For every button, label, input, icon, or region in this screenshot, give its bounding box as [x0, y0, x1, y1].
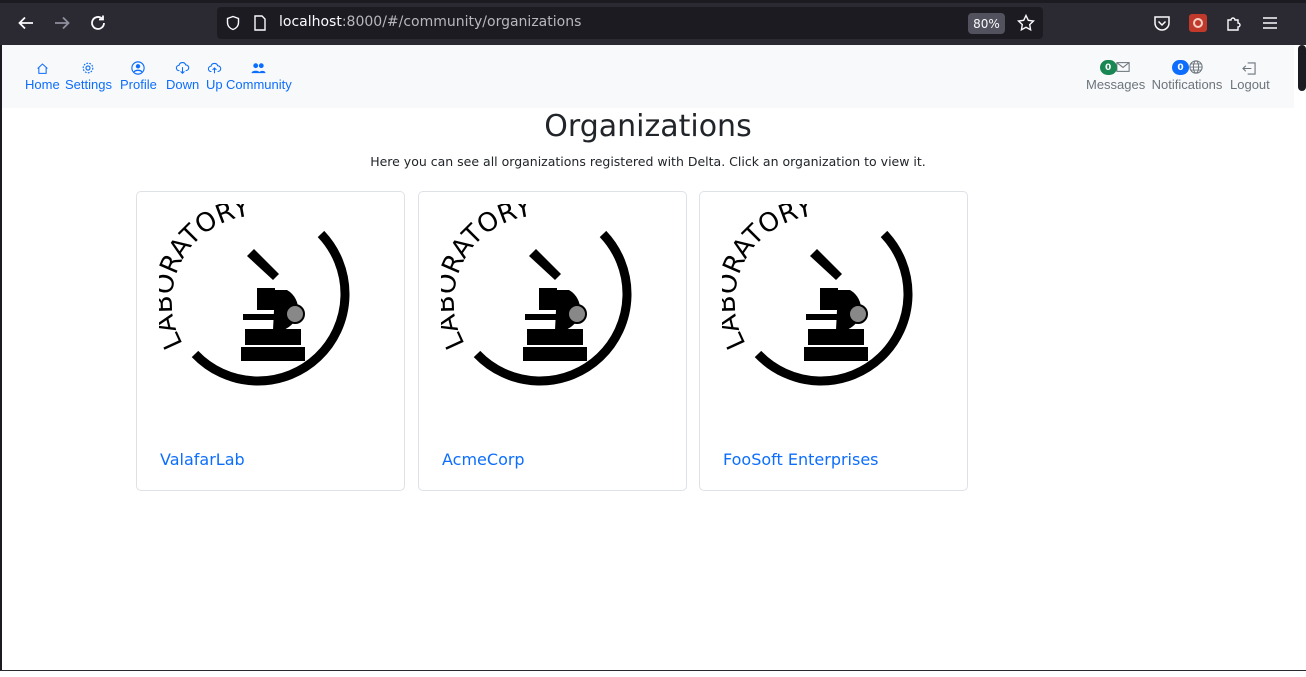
- nav-community[interactable]: Community: [226, 59, 292, 92]
- nav-label: Logout: [1230, 77, 1270, 92]
- nav-label: Community: [226, 77, 292, 92]
- pocket-button[interactable]: [1151, 12, 1173, 34]
- people-icon: [251, 59, 266, 75]
- shield-icon: [226, 15, 240, 31]
- app-navbar: Home Settings Profile Down Up Community …: [2, 45, 1294, 108]
- menu-button[interactable]: [1259, 12, 1281, 34]
- extension-button[interactable]: [1187, 12, 1209, 34]
- organization-name-link[interactable]: ValafarLab: [160, 450, 245, 469]
- extension-icon: [1189, 14, 1207, 32]
- zoom-indicator[interactable]: 80%: [968, 13, 1005, 34]
- house-icon: [36, 59, 49, 75]
- nav-profile[interactable]: Profile: [120, 59, 157, 92]
- cloud-upload-icon: [207, 59, 222, 75]
- nav-home[interactable]: Home: [25, 59, 60, 92]
- cloud-download-icon: [175, 59, 190, 75]
- box-arrow-left-icon: [1242, 59, 1257, 75]
- laboratory-logo: LABORATORY: [159, 204, 350, 386]
- extensions-button[interactable]: [1223, 12, 1245, 34]
- nav-up[interactable]: Up: [206, 59, 223, 92]
- url-text[interactable]: localhost:8000/#/community/organizations: [279, 14, 581, 30]
- back-button[interactable]: [14, 11, 38, 35]
- arrow-left-icon: [18, 16, 33, 30]
- scrollbar-thumb[interactable]: [1298, 45, 1306, 91]
- hamburger-icon: [1263, 17, 1277, 29]
- organization-card[interactable]: LABORATORY FooSoft Enterprises: [699, 191, 968, 491]
- nav-settings[interactable]: Settings: [65, 59, 112, 92]
- svg-text:LABORATORY: LABORATORY: [159, 204, 252, 354]
- gear-icon: [81, 59, 95, 75]
- svg-text:LABORATORY: LABORATORY: [441, 204, 534, 354]
- person-circle-icon: [131, 59, 146, 75]
- nav-label: Notifications: [1151, 77, 1223, 92]
- nav-label: Settings: [65, 77, 112, 92]
- nav-label: Profile: [120, 77, 157, 92]
- browser-toolbar: localhost:8000/#/community/organizations…: [0, 0, 1306, 45]
- notifications-badge: 0: [1172, 60, 1189, 75]
- tab-strip: [0, 0, 1306, 3]
- reload-icon: [91, 15, 105, 30]
- svg-text:LABORATORY: LABORATORY: [722, 204, 815, 354]
- pocket-icon: [1154, 16, 1170, 31]
- organization-name-link[interactable]: FooSoft Enterprises: [723, 450, 879, 469]
- reload-button[interactable]: [86, 11, 110, 35]
- page-icon: [254, 15, 266, 31]
- nav-messages[interactable]: 0 Messages: [1086, 59, 1145, 92]
- nav-label: Home: [25, 77, 60, 92]
- envelope-icon: 0: [1088, 59, 1144, 75]
- nav-label: Messages: [1086, 77, 1146, 92]
- puzzle-icon: [1227, 17, 1241, 31]
- laboratory-logo: LABORATORY: [722, 204, 913, 386]
- nav-notifications[interactable]: 0 Notifications: [1149, 59, 1225, 92]
- organization-name-link[interactable]: AcmeCorp: [442, 450, 525, 469]
- page-viewport: Home Settings Profile Down Up Community …: [2, 45, 1294, 670]
- nav-label: Up: [206, 77, 223, 92]
- organization-card[interactable]: LABORATORY AcmeCorp: [418, 191, 687, 491]
- star-icon: [1017, 14, 1035, 32]
- forward-button[interactable]: [50, 11, 74, 35]
- page-subtitle: Here you can see all organizations regis…: [370, 154, 926, 169]
- messages-badge: 0: [1099, 60, 1117, 75]
- url-bar[interactable]: localhost:8000/#/community/organizations…: [217, 7, 1043, 39]
- window-bottom-edge: [0, 670, 1306, 677]
- nav-label: Down: [166, 77, 200, 92]
- nav-logout[interactable]: Logout: [1230, 59, 1270, 92]
- laboratory-logo: LABORATORY: [441, 204, 632, 386]
- organization-card[interactable]: LABORATORY ValafarLab: [136, 191, 405, 491]
- scrollbar-track[interactable]: [1294, 45, 1306, 677]
- nav-down[interactable]: Down: [166, 59, 199, 92]
- page-title: Organizations: [544, 109, 752, 144]
- arrow-right-icon: [55, 16, 70, 30]
- globe-icon: 0: [1149, 59, 1225, 75]
